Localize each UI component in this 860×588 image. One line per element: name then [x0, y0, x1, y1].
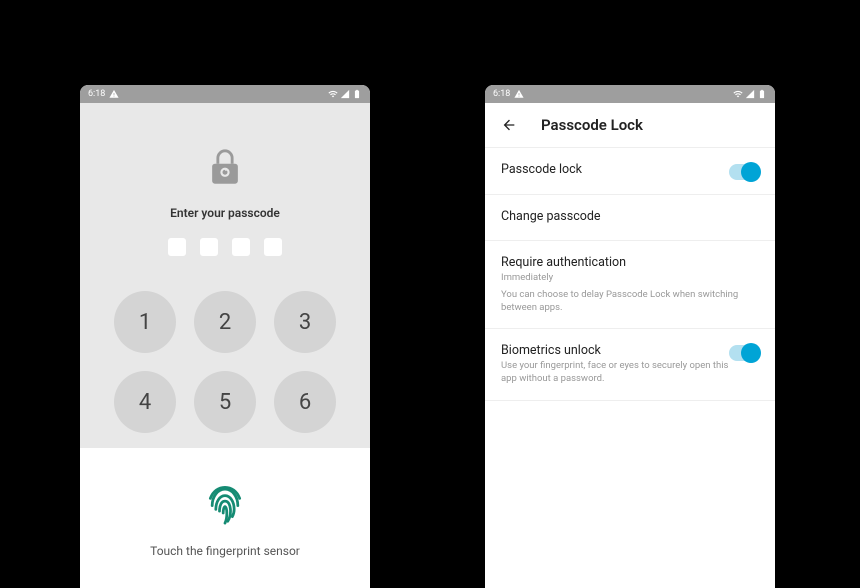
passcode-lock-toggle[interactable]: [729, 164, 759, 180]
status-time: 6:18: [493, 89, 510, 99]
keypad-4[interactable]: 4: [114, 371, 176, 433]
lock-icon: [207, 148, 243, 188]
battery-icon: [352, 89, 362, 99]
keypad-3[interactable]: 3: [274, 291, 336, 353]
warning-icon: [514, 89, 524, 99]
keypad-5[interactable]: 5: [194, 371, 256, 433]
keypad-2[interactable]: 2: [194, 291, 256, 353]
fingerprint-icon: [203, 478, 247, 526]
setting-passcode-lock[interactable]: Passcode lock: [485, 148, 775, 195]
passcode-dot: [264, 238, 282, 256]
keypad-6[interactable]: 6: [274, 371, 336, 433]
setting-biometrics[interactable]: Biometrics unlock Use your fingerprint, …: [485, 329, 775, 401]
warning-icon: [109, 89, 119, 99]
fingerprint-panel[interactable]: Touch the fingerprint sensor: [80, 448, 370, 588]
signal-icon: [745, 89, 755, 99]
setting-desc: Use your fingerprint, face or eyes to se…: [501, 360, 729, 386]
signal-icon: [340, 89, 350, 99]
status-bar: 6:18: [485, 85, 775, 103]
page-title: Passcode Lock: [541, 116, 643, 134]
status-bar: 6:18: [80, 85, 370, 103]
battery-icon: [757, 89, 767, 99]
passcode-prompt: Enter your passcode: [170, 206, 280, 220]
passcode-input-dots: [168, 238, 282, 256]
passcode-dot: [168, 238, 186, 256]
biometrics-toggle[interactable]: [729, 345, 759, 361]
setting-label: Change passcode: [501, 209, 759, 224]
setting-label: Passcode lock: [501, 162, 729, 177]
setting-change-passcode[interactable]: Change passcode: [485, 195, 775, 241]
fingerprint-prompt: Touch the fingerprint sensor: [150, 544, 300, 558]
settings-header: Passcode Lock: [485, 103, 775, 148]
setting-subtitle: Immediately: [501, 272, 759, 285]
settings-phone: 6:18 Passcode Lock Passcode lock Change …: [485, 85, 775, 588]
passcode-screen: Enter your passcode 1 2 3 4 5 6: [80, 103, 370, 448]
numeric-keypad: 1 2 3 4 5 6: [114, 291, 336, 433]
keypad-1[interactable]: 1: [114, 291, 176, 353]
passcode-dot: [200, 238, 218, 256]
setting-label: Require authentication: [501, 255, 759, 270]
setting-require-auth[interactable]: Require authentication Immediately You c…: [485, 241, 775, 329]
wifi-icon: [328, 89, 338, 99]
wifi-icon: [733, 89, 743, 99]
setting-desc: You can choose to delay Passcode Lock wh…: [501, 289, 759, 315]
passcode-dot: [232, 238, 250, 256]
passcode-phone: 6:18 Enter your passcode 1 2 3 4 5: [80, 85, 370, 588]
back-arrow-icon[interactable]: [501, 117, 517, 133]
status-time: 6:18: [88, 89, 105, 99]
setting-label: Biometrics unlock: [501, 343, 729, 358]
